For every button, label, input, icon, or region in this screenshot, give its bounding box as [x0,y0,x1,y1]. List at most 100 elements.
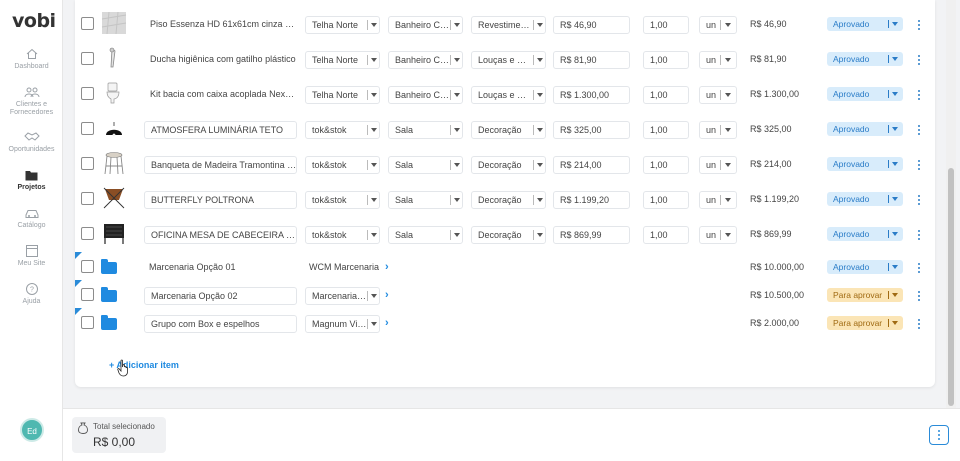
quantity-input[interactable]: 1,00 [643,121,689,139]
price-input[interactable]: R$ 325,00 [553,121,630,139]
price-input[interactable]: R$ 214,00 [553,156,630,174]
row-menu-icon[interactable] [917,230,921,242]
row-menu-icon[interactable] [917,195,921,207]
chevron-right-icon[interactable]: › [385,259,389,275]
unit-select[interactable]: un [699,226,737,244]
sidebar-item-ajuda[interactable]: ? Ajuda [0,283,63,306]
sidebar-item-oportunidades[interactable]: Oportunidades [0,131,63,154]
quantity-input[interactable]: 1,00 [643,16,689,34]
scrollbar-thumb[interactable] [948,168,954,406]
status-select[interactable]: Aprovado [827,157,903,171]
item-name-input[interactable]: Banqueta de Madeira Tramontina Bc [144,156,297,174]
avatar[interactable]: Ed [20,418,44,442]
supplier-select[interactable]: Telha Norte [305,16,380,34]
room-select[interactable]: Sala [388,226,463,244]
group-name-input[interactable]: Marcenaria Opção 02 [144,287,297,305]
row-menu-icon[interactable] [917,160,921,172]
category-select[interactable]: Decoração [471,226,546,244]
status-select[interactable]: Aprovado [827,192,903,206]
row-menu-icon[interactable] [917,319,921,331]
price-input[interactable]: R$ 1.300,00 [553,86,630,104]
room-select[interactable]: Sala [388,121,463,139]
category-select[interactable]: Decoração [471,156,546,174]
unit-select[interactable]: un [699,121,737,139]
unit-select[interactable]: un [699,191,737,209]
row-checkbox[interactable] [81,52,94,65]
supplier-select[interactable]: tok&stok [305,156,380,174]
vertical-scrollbar[interactable] [946,0,956,408]
group-name[interactable]: Marcenaria Opção 01 [149,259,295,275]
category-select[interactable]: Louças e me... [471,86,546,104]
row-menu-icon[interactable] [917,291,921,303]
status-select[interactable]: Aprovado [827,87,903,101]
price-input[interactable]: R$ 46,90 [553,16,630,34]
unit-select[interactable]: un [699,86,737,104]
row-checkbox[interactable] [81,87,94,100]
row-checkbox[interactable] [81,157,94,170]
sidebar-item-meu-site[interactable]: Meu Site [0,245,63,268]
quantity-input[interactable]: 1,00 [643,51,689,69]
item-name[interactable]: Piso Essenza HD 61x61cm cinza Formigres [150,16,296,32]
sidebar-item-projetos[interactable]: Projetos [0,170,63,192]
room-select[interactable]: Sala [388,156,463,174]
row-menu-icon[interactable] [917,263,921,275]
chevron-right-icon[interactable]: › [385,287,389,303]
row-checkbox[interactable] [81,260,94,273]
row-checkbox[interactable] [81,288,94,301]
group-supplier-select[interactable]: Marcenaria ... [305,287,380,305]
quantity-input[interactable]: 1,00 [643,226,689,244]
row-checkbox[interactable] [81,192,94,205]
status-select[interactable]: Para aprovar [827,316,903,330]
supplier-select[interactable]: tok&stok [305,191,380,209]
item-name-input[interactable]: OFICINA MESA DE CABECEIRA 1 GA [144,226,297,244]
item-name-input[interactable]: ATMOSFERA LUMINÁRIA TETO [144,121,297,139]
row-menu-icon[interactable] [917,55,921,67]
chevron-down-icon [725,58,731,62]
row-checkbox[interactable] [81,227,94,240]
category-select[interactable]: Decoração [471,121,546,139]
status-select[interactable]: Para aprovar [827,288,903,302]
room-select[interactable]: Sala [388,191,463,209]
row-checkbox[interactable] [81,316,94,329]
item-name-input[interactable]: BUTTERFLY POLTRONA [144,191,297,209]
supplier-select[interactable]: tok&stok [305,226,380,244]
row-menu-icon[interactable] [917,90,921,102]
group-supplier-select[interactable]: Magnum Vid... [305,315,380,333]
more-options-button[interactable] [929,425,949,445]
supplier-select[interactable]: Telha Norte [305,51,380,69]
row-menu-icon[interactable] [917,125,921,137]
unit-select[interactable]: un [699,156,737,174]
item-name[interactable]: Kit bacia com caixa acoplada Nexo com [150,86,296,102]
chevron-right-icon[interactable]: › [385,315,389,331]
status-select[interactable]: Aprovado [827,122,903,136]
room-select[interactable]: Banheiro Ca... [388,16,463,34]
category-select[interactable]: Decoração [471,191,546,209]
unit-select[interactable]: un [699,16,737,34]
sidebar-item-catalogo[interactable]: Catálogo [0,208,63,230]
item-name[interactable]: Ducha higiênica com gatilho plástico [150,51,296,67]
vobi-logo[interactable]: vobi [12,10,56,32]
status-select[interactable]: Aprovado [827,52,903,66]
supplier-select[interactable]: tok&stok [305,121,380,139]
row-checkbox[interactable] [81,122,94,135]
status-select[interactable]: Aprovado [827,17,903,31]
quantity-input[interactable]: 1,00 [643,156,689,174]
price-input[interactable]: R$ 81,90 [553,51,630,69]
status-select[interactable]: Aprovado [827,260,903,274]
sidebar-item-clientes[interactable]: Clientes e Fornecedores [0,86,63,117]
quantity-input[interactable]: 1,00 [643,86,689,104]
status-select[interactable]: Aprovado [827,227,903,241]
room-select[interactable]: Banheiro Ca... [388,86,463,104]
price-input[interactable]: R$ 869,99 [553,226,630,244]
row-checkbox[interactable] [81,17,94,30]
group-name-input[interactable]: Grupo com Box e espelhos [144,315,297,333]
supplier-select[interactable]: Telha Norte [305,86,380,104]
quantity-input[interactable]: 1,00 [643,191,689,209]
category-select[interactable]: Revestiment... [471,16,546,34]
price-input[interactable]: R$ 1.199,20 [553,191,630,209]
sidebar-item-dashboard[interactable]: Dashboard [0,48,63,71]
category-select[interactable]: Louças e me... [471,51,546,69]
unit-select[interactable]: un [699,51,737,69]
row-menu-icon[interactable] [917,20,921,32]
room-select[interactable]: Banheiro Ca... [388,51,463,69]
